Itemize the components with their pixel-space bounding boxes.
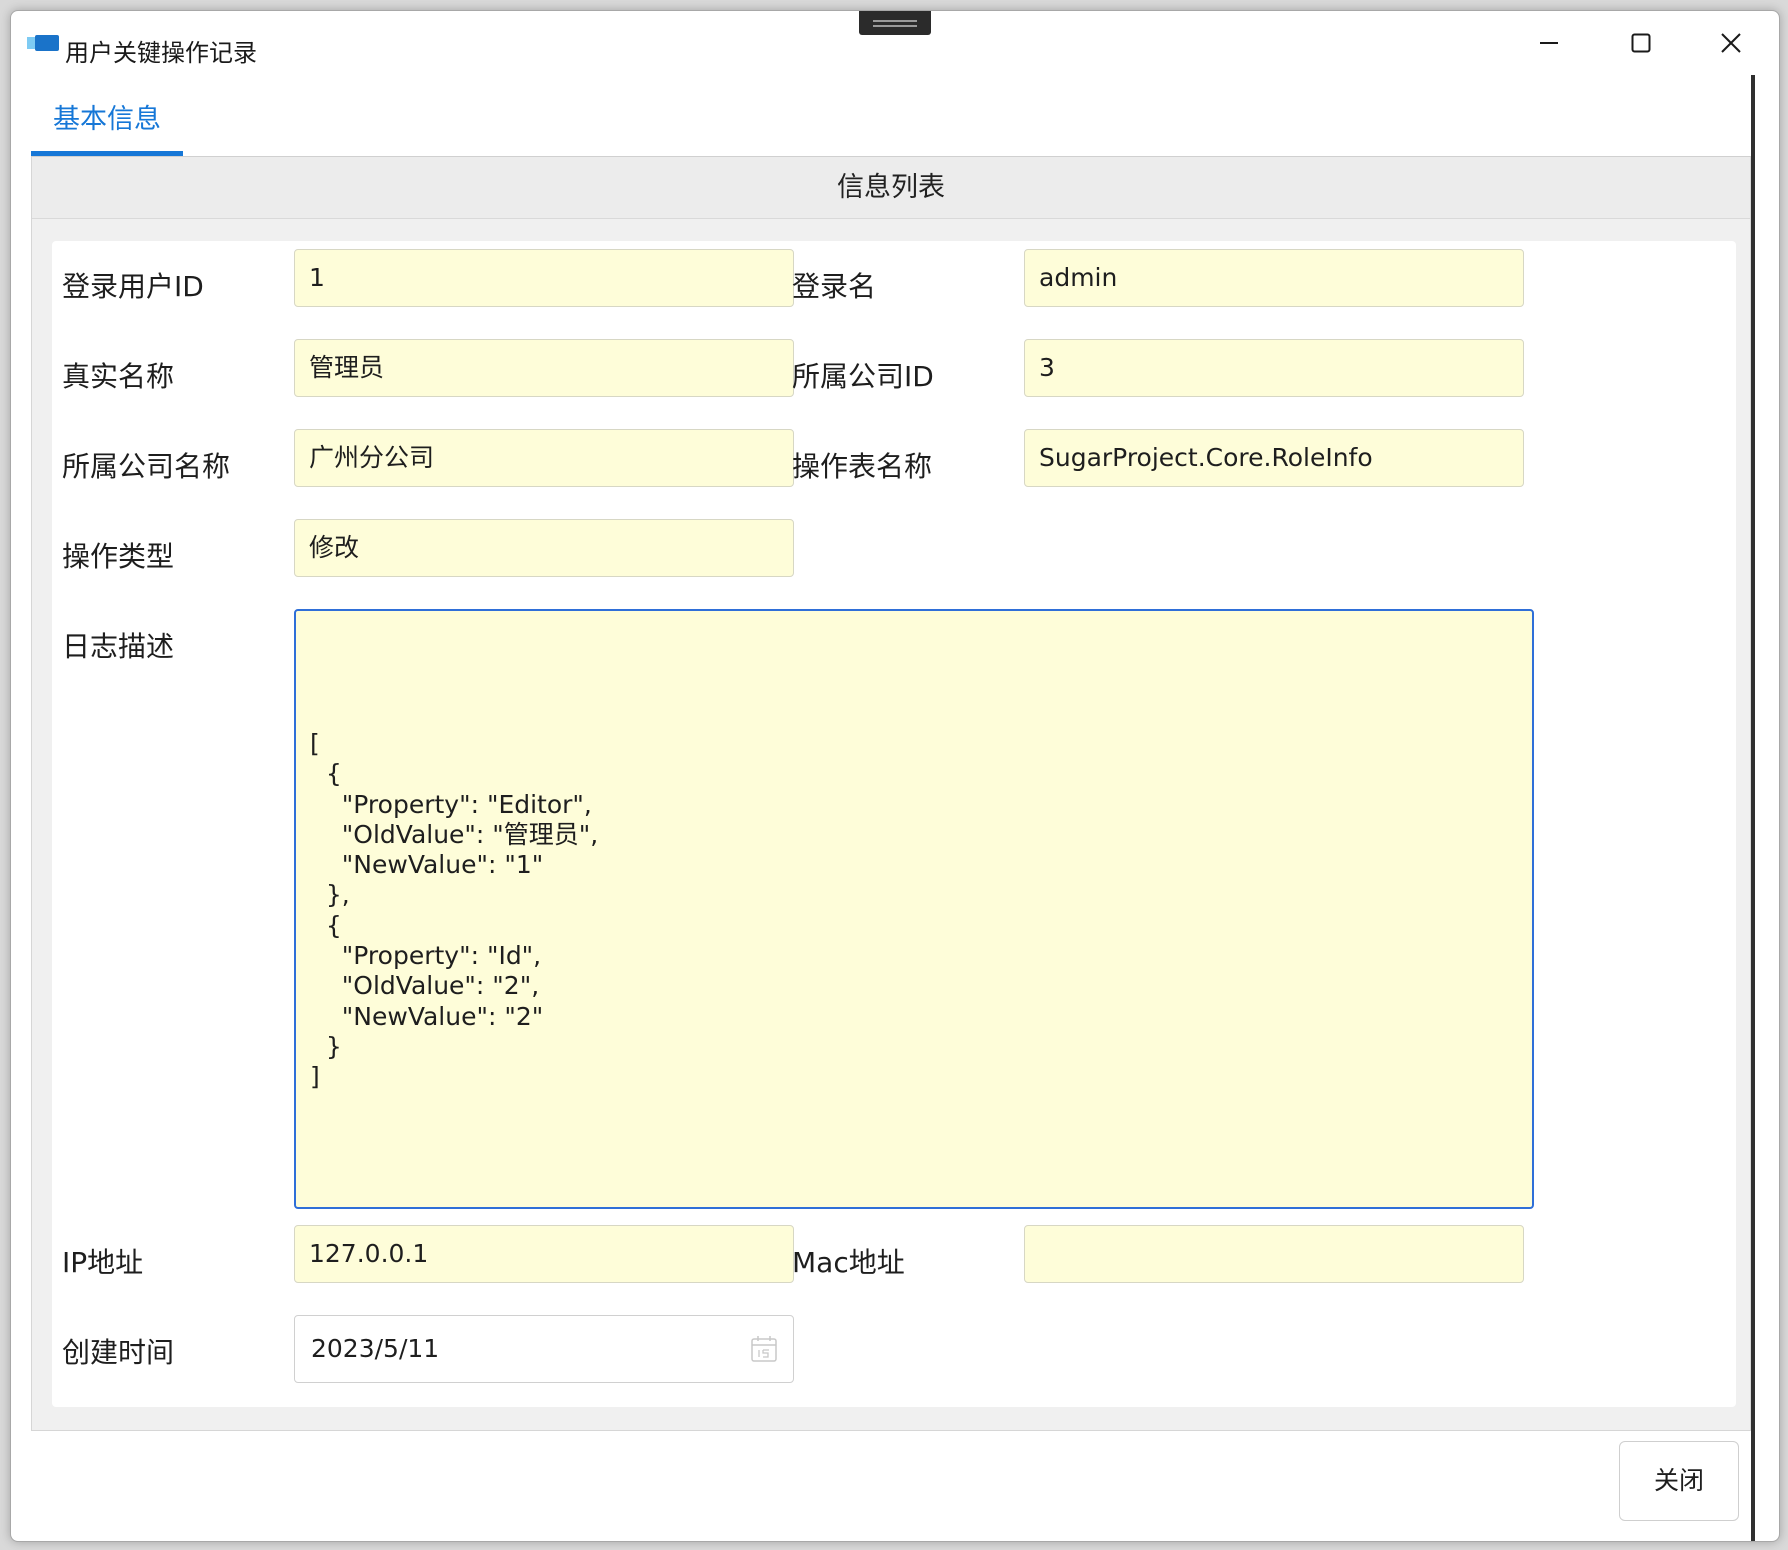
tab-basic-info[interactable]: 基本信息 bbox=[31, 101, 183, 157]
login-name-label: 登录名 bbox=[792, 270, 877, 303]
dialog-window: 用户关键操作记录 基本信息 信息列表 登录用户ID 1 登录名 admin 真实… bbox=[10, 10, 1780, 1542]
title-bar[interactable]: 用户关键操作记录 bbox=[11, 11, 1779, 71]
company-id-label: 所属公司ID bbox=[792, 360, 934, 393]
created-time-value: 2023/5/11 bbox=[311, 1334, 440, 1363]
login-name-field[interactable]: admin bbox=[1024, 249, 1524, 307]
app-icon bbox=[27, 33, 59, 51]
close-window-button[interactable] bbox=[1707, 23, 1755, 63]
ip-address-label: IP地址 bbox=[62, 1246, 144, 1279]
calendar-icon[interactable] bbox=[749, 1334, 779, 1364]
group-header: 信息列表 bbox=[32, 157, 1750, 219]
close-icon bbox=[1721, 33, 1741, 53]
log-description-label: 日志描述 bbox=[62, 630, 175, 663]
log-description-textarea[interactable]: [ { "Property": "Editor", "OldValue": "管… bbox=[294, 609, 1534, 1209]
created-time-label: 创建时间 bbox=[62, 1336, 175, 1369]
minimize-icon bbox=[1540, 42, 1558, 44]
company-name-field[interactable]: 广州分公司 bbox=[294, 429, 794, 487]
maximize-button[interactable] bbox=[1617, 23, 1665, 63]
real-name-field[interactable]: 管理员 bbox=[294, 339, 794, 397]
mac-address-field[interactable] bbox=[1024, 1225, 1524, 1283]
maximize-icon bbox=[1631, 33, 1651, 53]
company-id-field[interactable]: 3 bbox=[1024, 339, 1524, 397]
real-name-label: 真实名称 bbox=[62, 360, 175, 393]
info-group: 信息列表 登录用户ID 1 登录名 admin 真实名称 管理员 所属公司ID … bbox=[31, 157, 1751, 1431]
minimize-button[interactable] bbox=[1525, 23, 1573, 63]
form-panel: 登录用户ID 1 登录名 admin 真实名称 管理员 所属公司ID 3 所属公… bbox=[52, 241, 1736, 1407]
scrollbar[interactable] bbox=[1751, 75, 1755, 1541]
table-name-label: 操作表名称 bbox=[792, 450, 933, 483]
company-name-label: 所属公司名称 bbox=[62, 450, 231, 483]
ip-address-field[interactable]: 127.0.0.1 bbox=[294, 1225, 794, 1283]
login-user-id-field[interactable]: 1 bbox=[294, 249, 794, 307]
login-user-id-label: 登录用户ID bbox=[62, 270, 204, 303]
window-title: 用户关键操作记录 bbox=[65, 39, 257, 67]
mac-address-label: Mac地址 bbox=[792, 1246, 905, 1279]
created-time-datepicker[interactable]: 2023/5/11 bbox=[294, 1315, 794, 1383]
table-name-field[interactable]: SugarProject.Core.RoleInfo bbox=[1024, 429, 1524, 487]
operation-type-label: 操作类型 bbox=[62, 540, 175, 573]
close-button[interactable]: 关闭 bbox=[1619, 1441, 1739, 1521]
operation-type-field[interactable]: 修改 bbox=[294, 519, 794, 577]
